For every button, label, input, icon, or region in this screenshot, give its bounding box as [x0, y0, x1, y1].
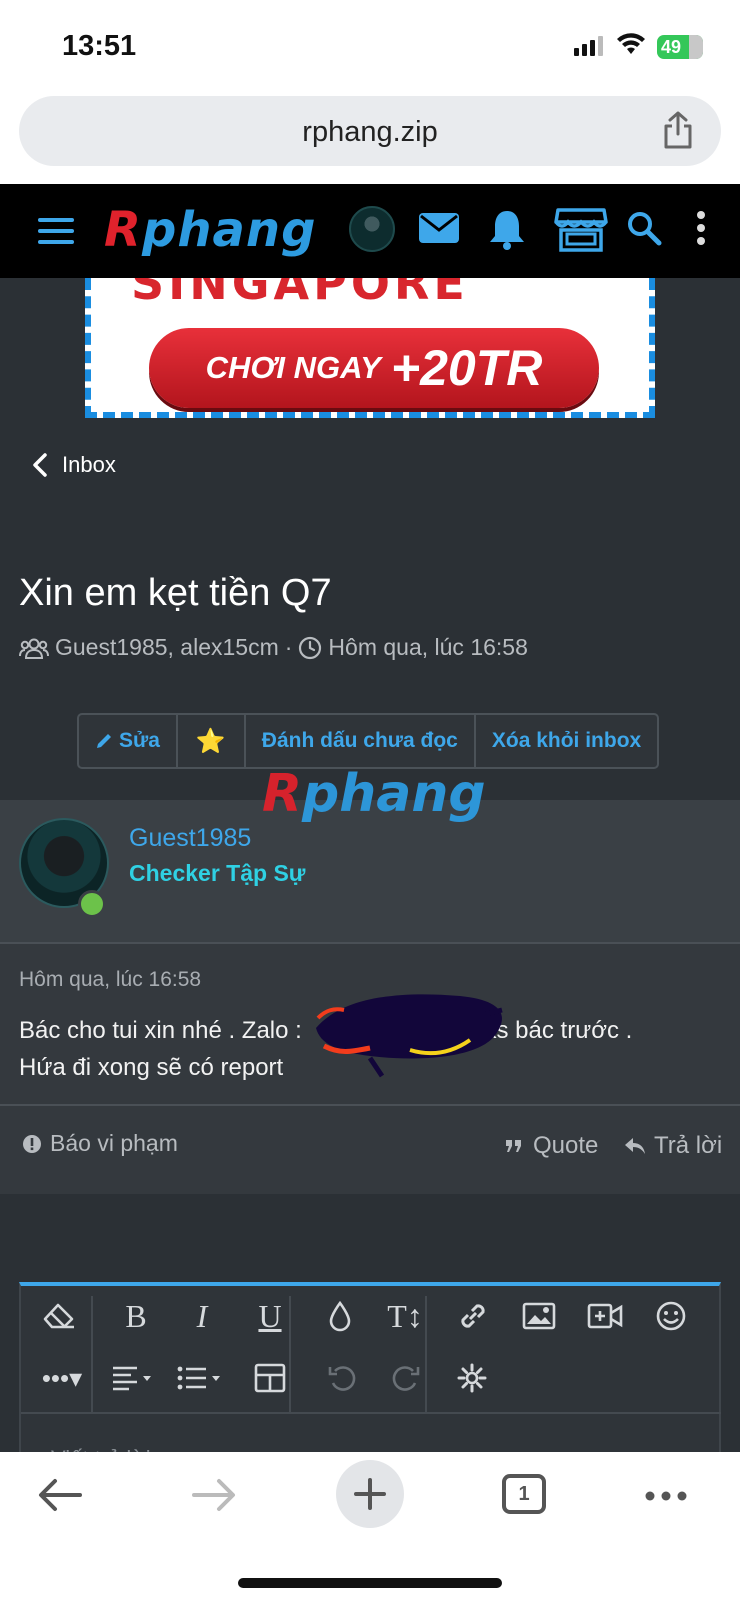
site-header: Rphang: [0, 184, 740, 278]
chevron-left-icon: [33, 453, 47, 477]
message-footer: Báo vi phạm Quote Trả lời: [0, 1104, 740, 1194]
remove-from-inbox-button[interactable]: Xóa khỏi inbox: [476, 715, 657, 767]
meta-separator: ·: [284, 634, 293, 660]
undo-icon[interactable]: [317, 1348, 367, 1408]
tab-count: 1: [518, 1482, 530, 1505]
more-vertical-icon[interactable]: [695, 210, 707, 246]
signal-icon: [574, 36, 603, 56]
back-label: Inbox: [62, 452, 116, 477]
reply-button[interactable]: Trả lời: [624, 1132, 722, 1160]
redaction-scribble: [316, 994, 503, 1078]
message-card: Guest1985 Checker Tập Sự Hôm qua, lúc 16…: [0, 800, 740, 1194]
bell-icon[interactable]: [488, 208, 526, 250]
settings-icon[interactable]: [445, 1348, 499, 1408]
user-avatar[interactable]: [349, 206, 395, 252]
align-icon[interactable]: [103, 1348, 163, 1408]
address-bar[interactable]: rphang.zip: [19, 96, 721, 166]
plus-icon: [354, 1478, 386, 1510]
mark-unread-button[interactable]: Đánh dấu chưa đọc: [246, 715, 476, 767]
more-horizontal-icon[interactable]: [644, 1490, 688, 1502]
report-button[interactable]: Báo vi phạm: [22, 1130, 178, 1157]
banner-cta[interactable]: CHƠI NGAY +20TR: [149, 328, 599, 408]
mail-icon[interactable]: [418, 212, 460, 244]
text-color-icon[interactable]: [315, 1286, 365, 1346]
redo-icon[interactable]: [381, 1348, 431, 1408]
participants-text[interactable]: Guest1985, alex15cm: [55, 634, 279, 661]
watermark-logo: Rphang: [262, 764, 486, 824]
quote-icon: [506, 1140, 521, 1152]
status-bar: 13:51 49: [0, 0, 740, 92]
wifi-icon: [617, 33, 645, 54]
online-status-icon: [78, 890, 106, 918]
menu-icon[interactable]: [38, 216, 74, 246]
italic-icon[interactable]: I: [177, 1286, 227, 1346]
share-icon[interactable]: [661, 110, 695, 150]
users-icon: [19, 638, 49, 659]
reply-icon: [625, 1138, 645, 1154]
url-text: rphang.zip: [302, 116, 438, 148]
message-date[interactable]: Hôm qua, lúc 16:58: [19, 968, 201, 992]
tab-switcher-button[interactable]: 1: [502, 1474, 546, 1514]
star-button[interactable]: ⭐: [178, 715, 246, 767]
search-icon[interactable]: [626, 210, 662, 246]
more-options-icon[interactable]: •••▾: [33, 1348, 91, 1408]
video-icon[interactable]: [577, 1286, 633, 1346]
status-time: 13:51: [62, 30, 137, 62]
back-to-inbox-link[interactable]: Inbox: [32, 452, 116, 478]
banner-headline: SINGAPORE: [131, 278, 469, 310]
alert-icon: [23, 1134, 41, 1153]
battery-icon: 49: [657, 35, 703, 59]
bold-icon[interactable]: B: [111, 1286, 161, 1346]
pencil-icon: [97, 734, 111, 748]
browser-toolbar: rphang.zip: [0, 92, 740, 184]
reply-editor: B I U T↕ •••▾: [19, 1282, 721, 1471]
back-arrow-icon[interactable]: [38, 1478, 82, 1512]
ad-banner[interactable]: SINGAPORE CHƠI NGAY +20TR: [85, 278, 655, 418]
conversation-meta: Guest1985, alex15cm · Hôm qua, lúc 16:58: [19, 634, 528, 661]
page-title: Xin em kẹt tiền Q7: [19, 572, 332, 614]
author-rank: Checker Tập Sự: [129, 860, 306, 886]
emoji-icon[interactable]: [643, 1286, 699, 1346]
battery-level: 49: [661, 36, 682, 57]
author-name[interactable]: Guest1985: [129, 824, 251, 853]
list-icon[interactable]: [167, 1348, 233, 1408]
conversation-actions: Sửa ⭐ Đánh dấu chưa đọc Xóa khỏi inbox: [77, 713, 660, 769]
conversation-time: Hôm qua, lúc 16:58: [328, 634, 528, 660]
eraser-icon[interactable]: [35, 1286, 83, 1346]
link-icon[interactable]: [445, 1286, 501, 1346]
store-icon[interactable]: [554, 206, 608, 252]
star-icon: ⭐: [195, 727, 226, 755]
new-tab-button[interactable]: [336, 1460, 404, 1528]
home-indicator: [238, 1578, 502, 1588]
quote-button[interactable]: Quote: [505, 1132, 598, 1160]
edit-button[interactable]: Sửa: [79, 715, 178, 767]
image-icon[interactable]: [511, 1286, 567, 1346]
forward-arrow-icon[interactable]: [192, 1478, 236, 1512]
site-logo[interactable]: Rphang: [104, 202, 316, 258]
browser-bottom-bar: 1: [0, 1452, 740, 1600]
clock-icon: [299, 636, 322, 659]
